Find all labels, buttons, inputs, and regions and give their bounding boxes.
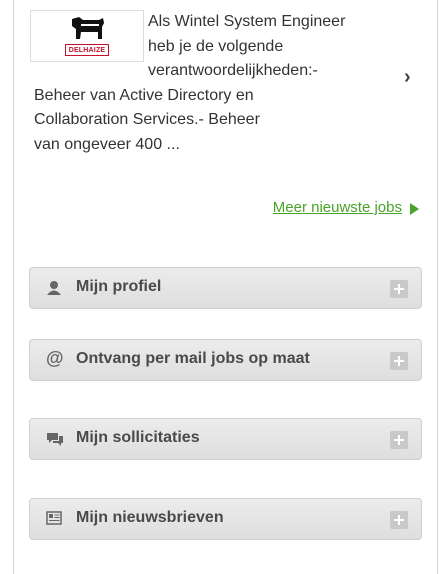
plus-icon[interactable] (390, 352, 408, 370)
panel-job-alerts[interactable]: @ Ontvang per mail jobs op maat (29, 339, 422, 381)
plus-icon[interactable] (390, 280, 408, 298)
panel-label: Ontvang per mail jobs op maat (76, 350, 310, 367)
job-desc-line: verantwoordelijkheden:- (148, 62, 318, 79)
panel-my-newsletters[interactable]: Mijn nieuwsbrieven (29, 498, 422, 540)
job-desc-line: Collaboration Services.- Beheer (34, 111, 260, 128)
chat-icon (46, 431, 64, 452)
plus-icon[interactable] (390, 431, 408, 449)
job-card[interactable]: DELHAIZE Als Wintel System Engineer heb … (14, 0, 422, 190)
job-description[interactable]: Als Wintel System Engineer heb je de vol… (34, 10, 384, 157)
play-arrow-icon[interactable] (410, 203, 419, 215)
job-desc-line: Beheer van Active Directory en (34, 86, 254, 104)
panel-label: Mijn sollicitaties (76, 429, 200, 446)
panel-my-applications[interactable]: Mijn sollicitaties (29, 418, 422, 460)
panel-my-profile[interactable]: Mijn profiel (29, 267, 422, 309)
more-jobs-link[interactable]: Meer nieuwste jobs (273, 199, 402, 216)
panel-label: Mijn nieuwsbrieven (76, 509, 224, 526)
at-icon: @ (46, 348, 64, 368)
chevron-right-icon[interactable]: › (404, 66, 411, 89)
plus-icon[interactable] (390, 511, 408, 529)
user-icon (46, 280, 62, 301)
newspaper-icon (46, 511, 62, 530)
job-desc-line: Als Wintel System Engineer (148, 13, 346, 30)
job-desc-line: heb je de volgende (148, 37, 284, 55)
panel-label: Mijn profiel (76, 278, 162, 295)
job-desc-line: van ongeveer 400 ... (34, 135, 180, 153)
